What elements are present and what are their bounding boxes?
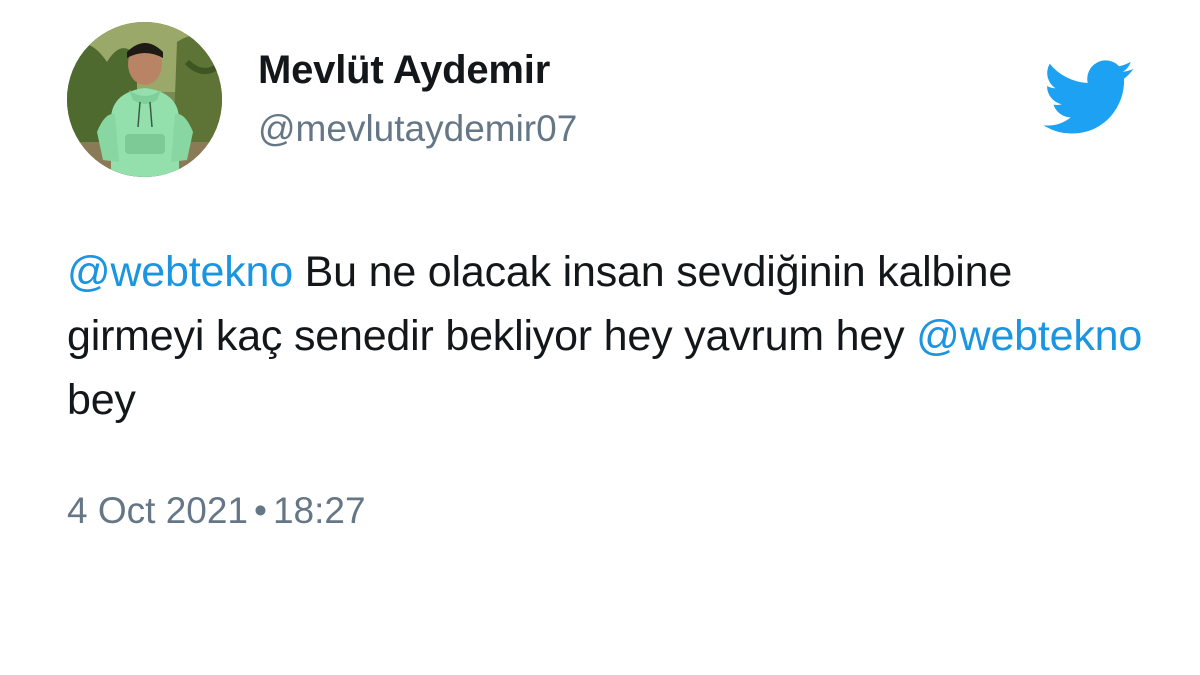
tweet-card: Mevlüt Aydemir @mevlutaydemir07 @webtekn… <box>0 0 1200 675</box>
tweet-text: @webtekno Bu ne olacak insan sevdiğinin … <box>67 240 1147 432</box>
avatar-photo <box>67 22 222 177</box>
tweet-timestamp[interactable]: 4 Oct 2021 • 18:27 <box>67 490 366 532</box>
mention-link[interactable]: @webtekno <box>916 312 1142 360</box>
mention-link[interactable]: @webtekno <box>67 248 293 296</box>
tweet-date: 4 Oct 2021 <box>67 490 249 531</box>
avatar[interactable] <box>67 22 222 177</box>
tweet-time: 18:27 <box>272 490 366 531</box>
author-display-name[interactable]: Mevlüt Aydemir <box>258 48 550 93</box>
tweet-text-segment: bey <box>67 376 136 424</box>
separator-dot: • <box>254 490 267 531</box>
twitter-bird-icon[interactable] <box>1043 60 1135 136</box>
author-handle[interactable]: @mevlutaydemir07 <box>258 108 577 150</box>
